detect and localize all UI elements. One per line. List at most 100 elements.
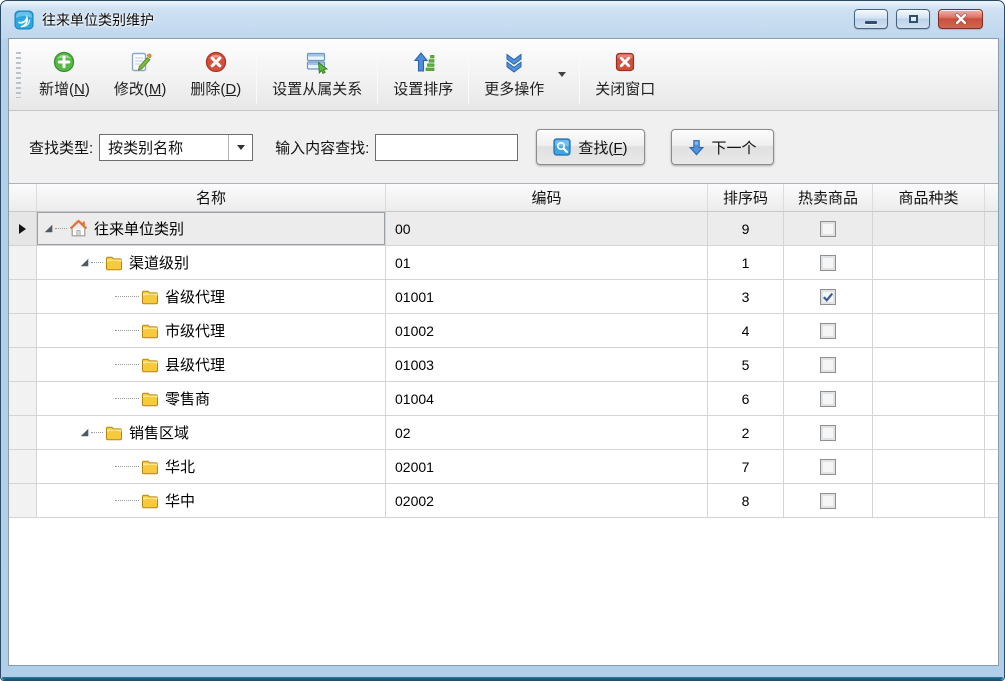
header-product-kind[interactable]: 商品种类 — [873, 184, 985, 211]
table-row[interactable]: 零售商010046 — [9, 382, 998, 416]
toolbar-button-label: 更多操作 — [484, 78, 544, 99]
hot-product-checkbox[interactable] — [820, 255, 836, 271]
table-body: 往来单位类别009渠道级别011省级代理010013市级代理010024县级代理… — [9, 212, 998, 518]
hot-product-checkbox[interactable] — [820, 459, 836, 475]
product-kind-cell[interactable] — [873, 280, 985, 313]
code-cell[interactable]: 02001 — [386, 450, 708, 483]
product-kind-cell[interactable] — [873, 450, 985, 483]
code-cell[interactable]: 02 — [386, 416, 708, 449]
hot-product-checkbox[interactable] — [820, 323, 836, 339]
search-type-dropdown[interactable]: 按类别名称 — [99, 134, 253, 161]
table-row[interactable]: 渠道级别011 — [9, 246, 998, 280]
toolbar-button-set-sort[interactable]: 设置排序 — [381, 43, 465, 107]
name-cell[interactable]: 往来单位类别 — [37, 212, 386, 245]
product-kind-cell[interactable] — [873, 314, 985, 347]
sort-code-cell[interactable]: 4 — [708, 314, 784, 347]
product-kind-cell[interactable] — [873, 484, 985, 517]
expand-icon[interactable] — [43, 223, 55, 234]
sort-code-cell[interactable]: 1 — [708, 246, 784, 279]
header-name[interactable]: 名称 — [37, 184, 386, 211]
table-row[interactable]: 销售区域022 — [9, 416, 998, 450]
next-icon — [688, 139, 705, 156]
folder-icon — [105, 254, 123, 272]
expand-icon[interactable] — [79, 427, 91, 438]
hot-product-checkbox[interactable] — [820, 221, 836, 237]
code-cell[interactable]: 01003 — [386, 348, 708, 381]
table-row[interactable]: 省级代理 010013 — [9, 280, 998, 314]
table-row[interactable]: 县级代理010035 — [9, 348, 998, 382]
hot-product-checkbox[interactable] — [820, 391, 836, 407]
table-row[interactable]: 往来单位类别009 — [9, 212, 998, 246]
table-row[interactable]: 华北 020017 — [9, 450, 998, 484]
window-title: 往来单位类别维护 — [42, 10, 154, 30]
name-cell[interactable]: 渠道级别 — [37, 246, 386, 279]
category-name: 省级代理 — [165, 286, 225, 307]
code-cell[interactable]: 02002 — [386, 484, 708, 517]
sort-code-cell[interactable]: 2 — [708, 416, 784, 449]
sort-code-cell[interactable]: 8 — [708, 484, 784, 517]
name-cell[interactable]: 华北 — [37, 450, 386, 483]
code-cell[interactable]: 01004 — [386, 382, 708, 415]
name-cell[interactable]: 销售区域 — [37, 416, 386, 449]
hot-product-cell — [784, 484, 873, 517]
table-row[interactable]: 市级代理010024 — [9, 314, 998, 348]
delete-icon — [204, 50, 228, 74]
hot-product-checkbox[interactable] — [820, 357, 836, 373]
name-cell[interactable]: 华中 — [37, 484, 386, 517]
hot-product-checkbox[interactable] — [820, 425, 836, 441]
title-bar[interactable]: 往来单位类别维护 — [1, 1, 1004, 39]
hot-product-checkbox-checked[interactable] — [820, 289, 836, 305]
header-hot-product[interactable]: 热卖商品 — [784, 184, 873, 211]
toolbar-button-set-relation[interactable]: 设置从属关系 — [260, 43, 374, 107]
code-cell[interactable]: 01002 — [386, 314, 708, 347]
product-kind-cell[interactable] — [873, 348, 985, 381]
header-code[interactable]: 编码 — [386, 184, 708, 211]
dropdown-arrow-icon[interactable] — [228, 135, 252, 160]
restore-button[interactable] — [896, 9, 930, 29]
toolbar-button-new[interactable]: 新增(N) — [27, 43, 102, 107]
name-cell[interactable]: 零售商 — [37, 382, 386, 415]
sort-code-cell[interactable]: 3 — [708, 280, 784, 313]
code-cell[interactable]: 01001 — [386, 280, 708, 313]
search-input-label: 输入内容查找: — [275, 137, 369, 158]
expand-icon[interactable] — [79, 257, 91, 268]
product-kind-cell[interactable] — [873, 212, 985, 245]
close-button[interactable] — [938, 9, 983, 29]
search-input[interactable] — [375, 134, 518, 161]
code-cell[interactable]: 01 — [386, 246, 708, 279]
header-sort-code[interactable]: 排序码 — [708, 184, 784, 211]
toolbar-grip[interactable] — [16, 52, 21, 98]
name-cell[interactable]: 省级代理 — [37, 280, 386, 313]
dropdown-caret-icon[interactable] — [558, 72, 566, 77]
find-icon — [553, 138, 571, 156]
product-kind-cell[interactable] — [873, 416, 985, 449]
toolbar-button-more-actions[interactable]: 更多操作 — [472, 43, 556, 107]
toolbar-button-delete[interactable]: 删除(D) — [178, 43, 253, 107]
name-cell[interactable]: 市级代理 — [37, 314, 386, 347]
hot-product-cell — [784, 382, 873, 415]
window-controls — [854, 9, 983, 29]
sort-code-cell[interactable]: 7 — [708, 450, 784, 483]
row-filler — [985, 314, 998, 347]
sort-code-cell[interactable]: 9 — [708, 212, 784, 245]
toolbar: 新增(N)修改(M) 删除(D) 设置从属关系设置排序更多操作 关闭窗口 — [9, 39, 998, 111]
sort-code-cell[interactable]: 6 — [708, 382, 784, 415]
toolbar-button-close-window[interactable]: 关闭窗口 — [583, 43, 667, 107]
header-filler — [985, 184, 998, 211]
folder-icon — [141, 356, 159, 374]
find-button[interactable]: 查找(F) — [536, 129, 644, 165]
category-name: 华北 — [165, 456, 195, 477]
next-button[interactable]: 下一个 — [671, 129, 774, 165]
close-window-icon — [613, 50, 637, 74]
code-cell[interactable]: 00 — [386, 212, 708, 245]
product-kind-cell[interactable] — [873, 246, 985, 279]
sort-code-cell[interactable]: 5 — [708, 348, 784, 381]
minimize-button[interactable] — [854, 9, 888, 29]
hot-product-checkbox[interactable] — [820, 493, 836, 509]
table-row[interactable]: 华中020028 — [9, 484, 998, 518]
more-actions-icon — [502, 50, 526, 74]
product-kind-cell[interactable] — [873, 382, 985, 415]
toolbar-button-label: 删除(D) — [190, 78, 241, 99]
name-cell[interactable]: 县级代理 — [37, 348, 386, 381]
toolbar-button-modify[interactable]: 修改(M) — [102, 43, 179, 107]
